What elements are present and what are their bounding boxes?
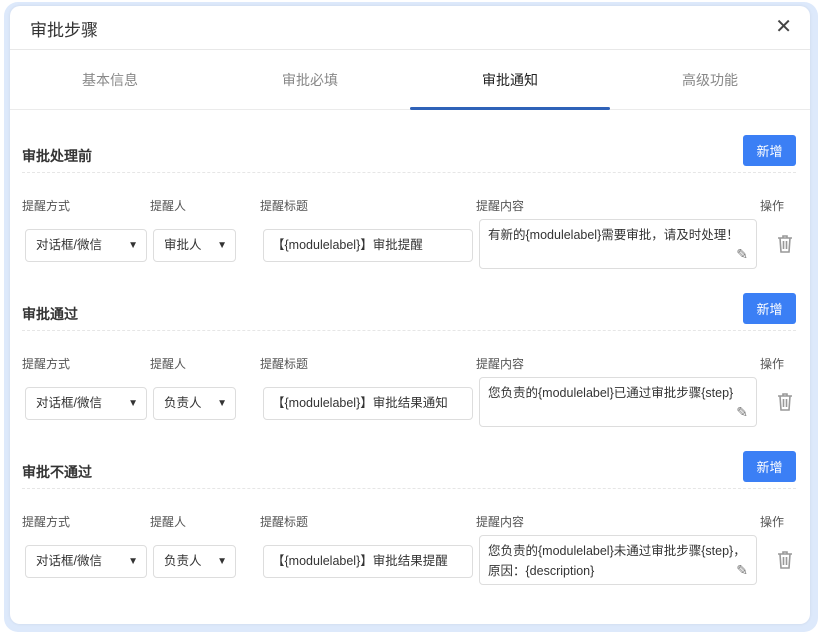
label-title: 提醒标题 [260, 197, 308, 214]
chevron-down-icon: ▼ [128, 546, 138, 577]
trash-icon[interactable] [777, 393, 793, 411]
dialog-title: 审批步骤 [30, 16, 98, 41]
label-title: 提醒标题 [260, 355, 308, 372]
section-header: 审批处理前 新增 [22, 135, 796, 173]
label-action: 操作 [760, 197, 784, 214]
edit-pen-icon: ✎ [736, 402, 748, 422]
label-method: 提醒方式 [22, 355, 70, 372]
method-value: 对话框/微信 [36, 238, 102, 252]
method-select[interactable]: 对话框/微信 ▼ [25, 545, 147, 578]
notification-section: 审批处理前 新增 提醒方式 提醒人 提醒标题 提醒内容 操作 对话框/微信 ▼ 审… [10, 135, 810, 293]
section-header: 审批不通过 新增 [22, 451, 796, 489]
person-select[interactable]: 负责人 ▼ [153, 387, 236, 420]
label-content: 提醒内容 [476, 513, 524, 530]
label-title: 提醒标题 [260, 513, 308, 530]
title-input[interactable]: 【{modulelabel}】审批提醒 [263, 229, 473, 262]
content-textarea[interactable]: 您负责的{modulelabel}未通过审批步骤{step}，原因：{descr… [479, 535, 757, 585]
section-title: 审批通过 [22, 304, 78, 324]
add-button[interactable]: 新增 [743, 451, 796, 482]
label-person: 提醒人 [150, 197, 186, 214]
close-icon[interactable]: ✕ [775, 14, 792, 39]
edit-pen-icon: ✎ [736, 244, 748, 264]
person-value: 负责人 [164, 396, 202, 410]
method-value: 对话框/微信 [36, 554, 102, 568]
method-select[interactable]: 对话框/微信 ▼ [25, 387, 147, 420]
title-input[interactable]: 【{modulelabel}】审批结果通知 [263, 387, 473, 420]
tab-notification[interactable]: 审批通知 [410, 50, 610, 109]
notification-row: 对话框/微信 ▼ 审批人 ▼ 【{modulelabel}】审批提醒 有新的{mod… [22, 219, 796, 271]
label-person: 提醒人 [150, 513, 186, 530]
chevron-down-icon: ▼ [128, 230, 138, 261]
label-action: 操作 [760, 513, 784, 530]
add-button[interactable]: 新增 [743, 293, 796, 324]
title-input[interactable]: 【{modulelabel}】审批结果提醒 [263, 545, 473, 578]
person-select[interactable]: 审批人 ▼ [153, 229, 236, 262]
approval-step-dialog: 审批步骤 ✕ 基本信息 审批必填 审批通知 高级功能 审批处理前 新增 提醒方式… [10, 6, 810, 624]
notification-section: 审批通过 新增 提醒方式 提醒人 提醒标题 提醒内容 操作 对话框/微信 ▼ 负责… [10, 293, 810, 451]
chevron-down-icon: ▼ [217, 388, 227, 419]
method-value: 对话框/微信 [36, 396, 102, 410]
chevron-down-icon: ▼ [217, 230, 227, 261]
column-labels: 提醒方式 提醒人 提醒标题 提醒内容 操作 [22, 173, 796, 219]
section-header: 审批通过 新增 [22, 293, 796, 331]
dialog-header: 审批步骤 ✕ [10, 6, 810, 50]
label-content: 提醒内容 [476, 355, 524, 372]
notification-row: 对话框/微信 ▼ 负责人 ▼ 【{modulelabel}】审批结果通知 您负责的{… [22, 377, 796, 429]
content-value: 您负责的{modulelabel}未通过审批步骤{step}，原因：{descr… [488, 544, 746, 578]
tab-bar: 基本信息 审批必填 审批通知 高级功能 [10, 50, 810, 110]
edit-pen-icon: ✎ [736, 560, 748, 580]
notification-section: 审批不通过 新增 提醒方式 提醒人 提醒标题 提醒内容 操作 对话框/微信 ▼ 负… [10, 451, 810, 609]
person-value: 审批人 [164, 238, 202, 252]
label-method: 提醒方式 [22, 513, 70, 530]
section-title: 审批处理前 [22, 146, 92, 166]
content-value: 您负责的{modulelabel}已通过审批步骤{step} [488, 386, 733, 400]
trash-icon[interactable] [777, 235, 793, 253]
content-textarea[interactable]: 有新的{modulelabel}需要审批，请及时处理！ ✎ [479, 219, 757, 269]
label-method: 提醒方式 [22, 197, 70, 214]
method-select[interactable]: 对话框/微信 ▼ [25, 229, 147, 262]
add-button[interactable]: 新增 [743, 135, 796, 166]
label-action: 操作 [760, 355, 784, 372]
person-select[interactable]: 负责人 ▼ [153, 545, 236, 578]
label-content: 提醒内容 [476, 197, 524, 214]
section-title: 审批不通过 [22, 462, 92, 482]
trash-icon[interactable] [777, 551, 793, 569]
chevron-down-icon: ▼ [128, 388, 138, 419]
tab-basic-info[interactable]: 基本信息 [10, 50, 210, 109]
content-value: 有新的{modulelabel}需要审批，请及时处理！ [488, 228, 739, 242]
tab-required[interactable]: 审批必填 [210, 50, 410, 109]
notification-row: 对话框/微信 ▼ 负责人 ▼ 【{modulelabel}】审批结果提醒 您负责的{… [22, 535, 796, 587]
content-textarea[interactable]: 您负责的{modulelabel}已通过审批步骤{step}✎ [479, 377, 757, 427]
column-labels: 提醒方式 提醒人 提醒标题 提醒内容 操作 [22, 331, 796, 377]
label-person: 提醒人 [150, 355, 186, 372]
tab-advanced[interactable]: 高级功能 [610, 50, 810, 109]
person-value: 负责人 [164, 554, 202, 568]
chevron-down-icon: ▼ [217, 546, 227, 577]
column-labels: 提醒方式 提醒人 提醒标题 提醒内容 操作 [22, 489, 796, 535]
